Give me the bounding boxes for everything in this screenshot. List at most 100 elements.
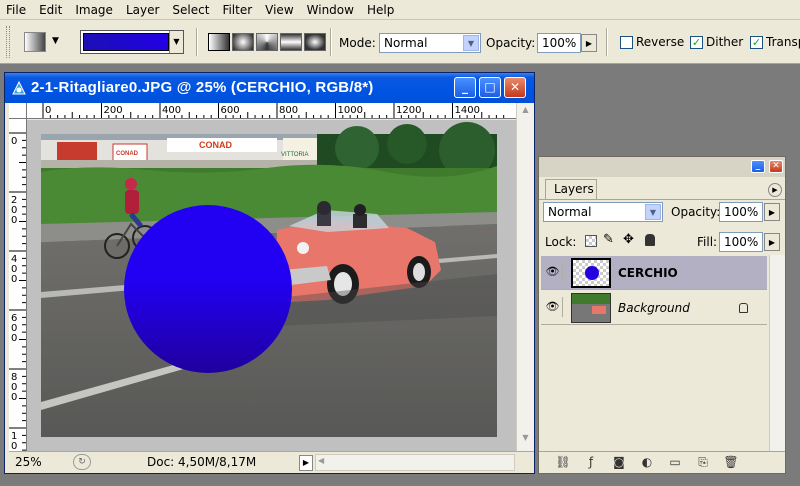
diamond-gradient-button[interactable] (304, 33, 326, 51)
minimize-button[interactable]: _ (454, 77, 476, 98)
image-canvas[interactable]: CONAD VITTORIA CONAD (27, 120, 516, 451)
lock-all-icon[interactable] (645, 234, 655, 246)
mode-value: Normal (384, 36, 428, 50)
chevron-down-icon[interactable]: ▼ (463, 35, 479, 51)
chevron-down-icon[interactable]: ▼ (169, 31, 183, 53)
angle-gradient-button[interactable] (256, 33, 278, 51)
layer-name-background[interactable]: Background (618, 301, 690, 315)
maximize-button[interactable]: □ (479, 77, 501, 98)
menu-view[interactable]: View (259, 0, 300, 19)
gradient-picker[interactable]: ▼ (80, 30, 184, 54)
document-title: 2-1-Ritagliare0.JPG @ 25% (CERCHIO, RGB/… (31, 79, 374, 96)
divider (330, 28, 332, 56)
layer-name-cerchio[interactable]: CERCHIO (618, 266, 678, 280)
ruler-origin[interactable] (9, 103, 27, 119)
layer-opacity-slider-button[interactable]: ▶ (764, 203, 780, 221)
opacity-label: Opacity: (486, 36, 536, 50)
photo-sign-conad: CONAD (199, 140, 232, 150)
radial-gradient-button[interactable] (232, 33, 254, 51)
layers-panel-footer: ⛓ ƒ ◙ ◐ ▭ ⎘ 🗑 (539, 451, 785, 473)
document-title-bar[interactable]: 2-1-Ritagliare0.JPG @ 25% (CERCHIO, RGB/… (5, 73, 534, 103)
scroll-down-arrow-icon[interactable]: ▼ (519, 433, 532, 447)
menu-edit[interactable]: Edit (33, 0, 69, 19)
visibility-eye-icon[interactable]: 👁 (543, 262, 563, 282)
lock-image-brush-icon[interactable]: ✎ (603, 232, 614, 247)
layer-row-cerchio[interactable]: 👁 CERCHIO (541, 256, 767, 290)
menu-help[interactable]: Help (361, 0, 401, 19)
linear-gradient-button[interactable] (208, 33, 230, 51)
blend-mode-value: Normal (548, 205, 592, 219)
ruler-label: 0 (11, 215, 17, 226)
layer-style-icon[interactable]: ƒ (577, 452, 605, 472)
layer-mask-icon[interactable]: ◙ (605, 452, 633, 472)
menu-select[interactable]: Select (166, 0, 216, 19)
canvas-area[interactable]: CONAD VITTORIA CONAD (27, 120, 516, 451)
menu-window[interactable]: Window (301, 0, 361, 19)
gradient-preview[interactable] (83, 33, 169, 51)
lock-transparency-icon[interactable] (585, 235, 597, 247)
tab-layers[interactable]: Layers (545, 179, 597, 199)
opacity-input[interactable]: 100% (537, 33, 581, 53)
lock-position-move-icon[interactable]: ✥ (623, 232, 634, 247)
photo-sign-vittoria: VITTORIA (281, 152, 309, 158)
layer-locked-icon (739, 303, 748, 313)
opacity-slider-button[interactable]: ▶ (581, 34, 597, 52)
gradient-tool-preset-icon[interactable] (24, 32, 46, 52)
zoom-refresh-icon[interactable]: ↻ (73, 454, 91, 470)
chevron-down-icon[interactable]: ▼ (645, 204, 661, 220)
close-button[interactable]: ✕ (504, 77, 526, 98)
panel-close-button[interactable]: ✕ (769, 160, 783, 173)
delete-layer-trash-icon[interactable]: 🗑 (717, 452, 745, 472)
blend-mode-select[interactable]: Normal ▼ (543, 202, 663, 222)
lock-label: Lock: (545, 235, 577, 249)
scroll-left-arrow-icon[interactable]: ◀ (318, 456, 324, 465)
adjustment-layer-icon[interactable]: ◐ (633, 452, 661, 472)
layers-scrollbar[interactable] (769, 255, 785, 451)
layer-row-background[interactable]: 👁 Background (541, 291, 767, 325)
ruler-label: 0 (11, 274, 17, 285)
menu-filter[interactable]: Filter (216, 0, 259, 19)
status-menu-arrow-icon[interactable]: ▶ (299, 455, 313, 471)
zoom-level[interactable]: 25% (15, 455, 42, 469)
tool-preset-dropdown-icon[interactable]: ▼ (52, 36, 59, 46)
menu-file[interactable]: File (0, 0, 33, 19)
layers-panel-title-bar[interactable]: _ ✕ (539, 157, 785, 177)
panel-minimize-button[interactable]: _ (751, 160, 765, 173)
ruler-label: 800 (279, 105, 298, 116)
fill-label: Fill: (697, 235, 718, 249)
menu-layer[interactable]: Layer (120, 0, 166, 19)
gradient-circle-layer[interactable] (124, 205, 292, 373)
ruler-label: 1400 (455, 105, 480, 116)
ruler-label: 1000 (338, 105, 363, 116)
reverse-label: Reverse (636, 35, 685, 49)
vertical-ruler: 0200400600800100 (9, 119, 27, 451)
menu-bar: File Edit Image Layer Select Filter View… (0, 0, 800, 20)
reverse-checkbox[interactable] (620, 36, 633, 49)
horizontal-scrollbar[interactable]: ◀ (315, 454, 515, 471)
layer-opacity-label: Opacity: (671, 205, 721, 219)
scroll-up-arrow-icon[interactable]: ▲ (519, 105, 532, 119)
mode-select[interactable]: Normal ▼ (379, 33, 481, 53)
visibility-eye-icon[interactable]: 👁 (543, 297, 563, 317)
layer-thumbnail-background[interactable] (571, 293, 611, 323)
layer-opacity-input[interactable]: 100% (719, 202, 763, 222)
dither-label: Dither (706, 35, 744, 49)
ruler-label: 0 (11, 441, 17, 451)
vertical-scrollbar[interactable]: ▲ ▼ (516, 103, 534, 451)
transparency-checkbox[interactable]: ✓ (750, 36, 763, 49)
dither-checkbox[interactable]: ✓ (690, 36, 703, 49)
link-layers-icon[interactable]: ⛓ (549, 452, 577, 472)
fill-slider-button[interactable]: ▶ (764, 233, 780, 251)
reflected-gradient-button[interactable] (280, 33, 302, 51)
options-bar-grip[interactable] (6, 26, 10, 58)
panel-menu-icon[interactable]: ▶ (768, 183, 782, 197)
menu-image[interactable]: Image (69, 0, 120, 19)
fill-input[interactable]: 100% (719, 232, 763, 252)
new-layer-icon[interactable]: ⎘ (689, 452, 717, 472)
status-bar: 25% ↻ Doc: 4,50M/8,17M ▶ ◀ (9, 451, 534, 473)
document-size: Doc: 4,50M/8,17M (147, 455, 257, 469)
new-group-folder-icon[interactable]: ▭ (661, 452, 689, 472)
options-bar: ▼ ▼ Mode: Normal ▼ Opacity: 100% ▶ Rever… (0, 20, 800, 64)
divider (606, 28, 608, 56)
layer-thumbnail-cerchio[interactable] (571, 258, 611, 288)
